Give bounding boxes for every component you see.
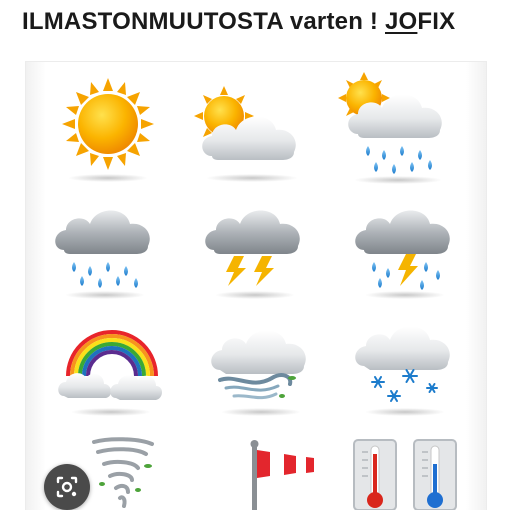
- cold-thermometer-icon: [413, 439, 457, 510]
- wind-cloud-icon: [211, 330, 306, 416]
- sun-cloud-icon: [194, 86, 298, 182]
- page-title: ILMASTONMUUTOSTA varten ! JOFIX: [22, 8, 455, 36]
- rainbow-icon: [58, 330, 162, 416]
- lens-search-button[interactable]: [44, 464, 90, 510]
- title-main: ILMASTONMUUTOSTA varten !: [22, 8, 385, 35]
- rain-cloud-icon: [55, 210, 150, 299]
- storm-rain-cloud-icon: [355, 210, 450, 299]
- snow-cloud-icon: [355, 326, 450, 416]
- image-edge-left: [26, 62, 46, 510]
- title-rest: FIX: [417, 8, 456, 35]
- sun-cloud-rain-icon: [338, 72, 442, 184]
- image-edge-right: [466, 62, 486, 510]
- windsock-icon: [250, 440, 314, 510]
- tornado-icon: [92, 437, 154, 508]
- title-underlined: JO: [385, 8, 418, 35]
- lens-search-icon: [56, 476, 78, 498]
- hot-thermometer-icon: [353, 439, 397, 510]
- sun-icon: [62, 78, 154, 182]
- storm-cloud-icon: [205, 210, 300, 299]
